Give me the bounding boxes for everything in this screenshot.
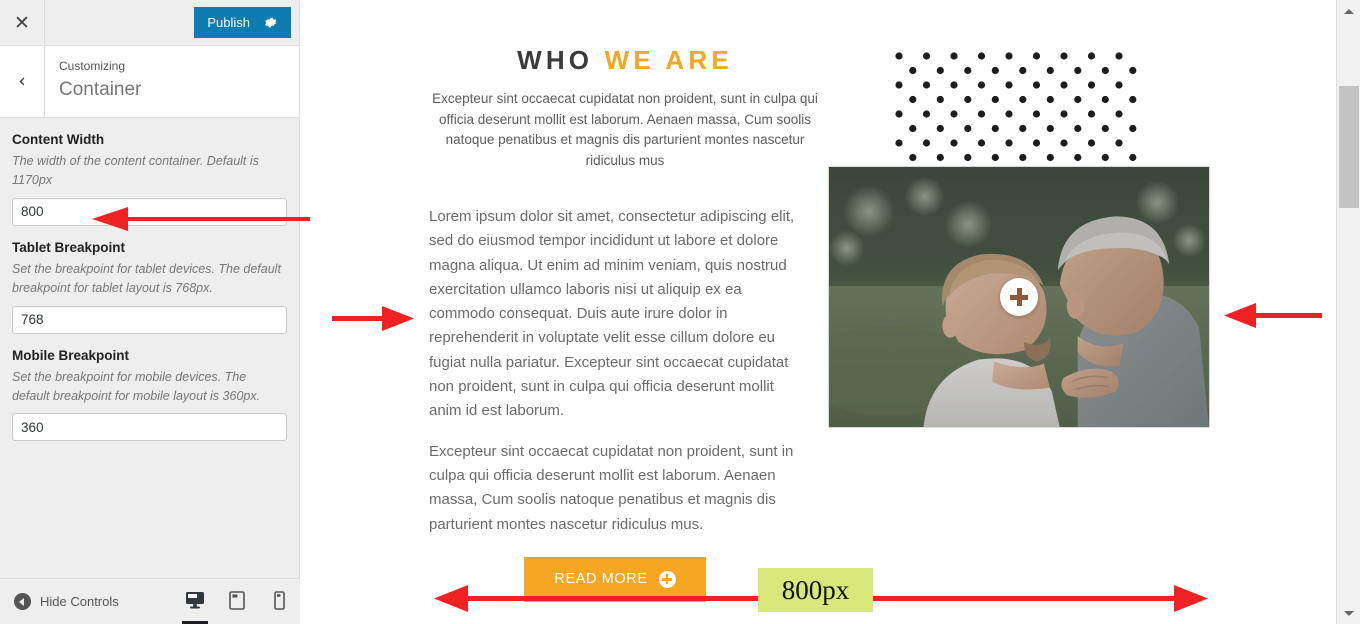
chevron-left-icon: ‹ (18, 70, 26, 92)
publish-area: Publish (194, 0, 299, 45)
content-width-label: Content Width (12, 132, 105, 147)
tablet-breakpoint-input[interactable] (12, 305, 287, 334)
scroll-down-button[interactable] (1337, 602, 1360, 624)
body-column: Lorem ipsum dolor sit amet, consectetur … (429, 205, 801, 602)
mobile-breakpoint-label: Mobile Breakpoint (12, 347, 130, 363)
dot-grid-pattern (895, 52, 1141, 178)
tablet-breakpoint-label: Tablet Breakpoint (12, 239, 126, 255)
photo-zoom-plus-icon[interactable] (1000, 278, 1038, 316)
control-tablet-breakpoint: Tablet Breakpoint Set the breakpoint for… (12, 240, 287, 348)
customizer-sidebar: ✕ Publish ‹ Customizing Container Conten… (0, 0, 300, 624)
width-measure-label: 800px (758, 568, 873, 612)
site-content: WHO WE ARE Excepteur sint occaecat cupid… (301, 0, 1336, 624)
read-more-label: READ MORE (554, 571, 648, 588)
page-scrollbar[interactable] (1336, 0, 1360, 624)
hide-controls-label: Hide Controls (40, 594, 119, 609)
close-customizer-button[interactable]: ✕ (0, 0, 45, 46)
mobile-breakpoint-description: Set the breakpoint for mobile devices. T… (12, 369, 261, 403)
section-heading: WHO WE ARE (430, 45, 820, 76)
hide-controls-button[interactable]: Hide Controls (0, 593, 174, 610)
heading-part-accent: WE ARE (604, 45, 733, 75)
scroll-thumb[interactable] (1339, 86, 1359, 208)
customizer-header: ✕ Publish (0, 0, 299, 46)
scroll-down-arrow-icon (1344, 610, 1354, 616)
control-list: Content Width The width of the content c… (0, 118, 299, 455)
header-spacer (45, 0, 194, 45)
collapse-icon (14, 593, 31, 610)
panel-title-bar: ‹ Customizing Container (0, 46, 299, 118)
heading-part-dark: WHO (517, 45, 594, 75)
device-preview-desktop[interactable] (174, 579, 216, 624)
desktop-icon (185, 591, 205, 612)
breadcrumb: Customizing (59, 59, 126, 73)
device-preview-mobile[interactable] (258, 579, 300, 624)
panel-title-text: Customizing Container (45, 46, 141, 117)
control-mobile-breakpoint: Mobile Breakpoint Set the breakpoint for… (12, 348, 287, 456)
read-more-button[interactable]: READ MORE (524, 556, 706, 602)
scroll-up-button[interactable] (1337, 0, 1360, 22)
gear-icon[interactable] (264, 16, 278, 30)
plus-circle-icon (658, 570, 676, 588)
tablet-breakpoint-description: Set the breakpoint for tablet devices. T… (12, 261, 281, 296)
who-we-are-section: WHO WE ARE Excepteur sint occaecat cupid… (430, 45, 820, 171)
close-icon: ✕ (14, 11, 30, 34)
mobile-icon (273, 590, 285, 613)
publish-button[interactable]: Publish (194, 7, 291, 38)
paragraph-1: Lorem ipsum dolor sit amet, consectetur … (429, 208, 795, 420)
back-button[interactable]: ‹ (0, 46, 45, 117)
publish-button-label: Publish (207, 15, 250, 30)
paragraph-2: Excepteur sint occaecat cupidatat non pr… (429, 442, 794, 533)
site-preview: WHO WE ARE Excepteur sint occaecat cupid… (301, 0, 1336, 624)
device-preview-tablet[interactable] (216, 579, 258, 624)
mobile-breakpoint-input[interactable] (12, 413, 287, 442)
about-photo[interactable] (828, 166, 1210, 428)
page-title: Container (59, 78, 142, 100)
content-width-input[interactable] (12, 197, 287, 226)
customizer-screen: ✕ Publish ‹ Customizing Container Conten… (0, 0, 1360, 624)
content-width-description: The width of the content container. Defa… (12, 154, 259, 188)
device-preview-buttons (174, 579, 300, 624)
control-content-width: Content Width The width of the content c… (12, 132, 287, 240)
section-subheading: Excepteur sint occaecat cupidatat non pr… (432, 91, 818, 168)
sidebar-footer: Hide Controls (0, 578, 300, 624)
scroll-up-arrow-icon (1344, 8, 1354, 14)
tablet-icon (229, 590, 245, 613)
read-more-wrap: READ MORE (429, 556, 801, 602)
